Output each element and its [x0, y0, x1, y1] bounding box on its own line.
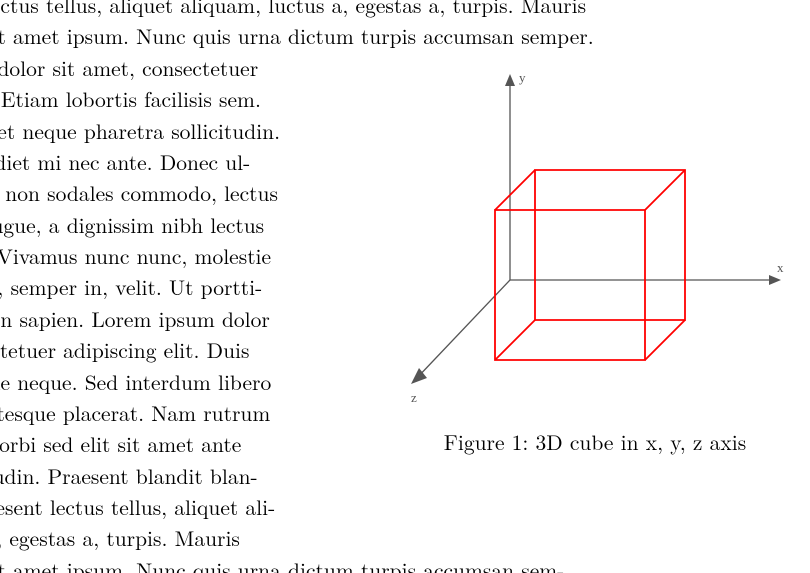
x-axis-arrow	[769, 275, 781, 285]
text-line: ices augue, a dignissim nibh lectus	[0, 210, 355, 241]
text-line: rem sit amet ipsum. Nunc quis urna dictu…	[0, 555, 760, 573]
text-line: sent lectus tellus, aliquet aliquam, luc…	[0, 0, 760, 21]
body-text: sent lectus tellus, aliquet aliquam, luc…	[0, 0, 760, 573]
text-line: g elit. Etiam lobortis facilisis sem.	[0, 84, 355, 115]
text-line: rem sit amet ipsum. Nunc quis urna dictu…	[0, 21, 760, 52]
text-line: ctus a, egestas a, turpis. Mauris	[0, 523, 355, 554]
text-line: ristique neque. Sed interdum libero	[0, 367, 355, 398]
text-line: pede. Vivamus nunc nunc, molestie	[0, 241, 355, 272]
x-axis-label: x	[777, 260, 784, 275]
text-line: esent in sapien. Lorem ipsum dolor	[0, 304, 355, 335]
text-line: consectetuer adipiscing elit. Duis	[0, 335, 355, 366]
text-line: ollicitudin. Praesent blandit blan-	[0, 461, 355, 492]
text-line: ies vel, semper in, velit. Ut portti-	[0, 272, 355, 303]
text-line: imperdiet mi nec ante. Donec ul-	[0, 147, 355, 178]
page: y x z Figure 1: 3D cube in x, y, z axis …	[0, 0, 810, 573]
text-line: s. Praesent lectus tellus, aliquet ali-	[0, 492, 355, 523]
text-line: psum dolor sit amet, consectetuer	[0, 53, 355, 84]
text-line: ec mi et neque pharetra sollicitudin.	[0, 116, 355, 147]
text-line: r, felis non sodales commodo, lectus	[0, 178, 355, 209]
text-line: Pellentesque placerat. Nam rutrum	[0, 398, 355, 429]
text-line: leo. Morbi sed elit sit amet ante	[0, 429, 355, 460]
